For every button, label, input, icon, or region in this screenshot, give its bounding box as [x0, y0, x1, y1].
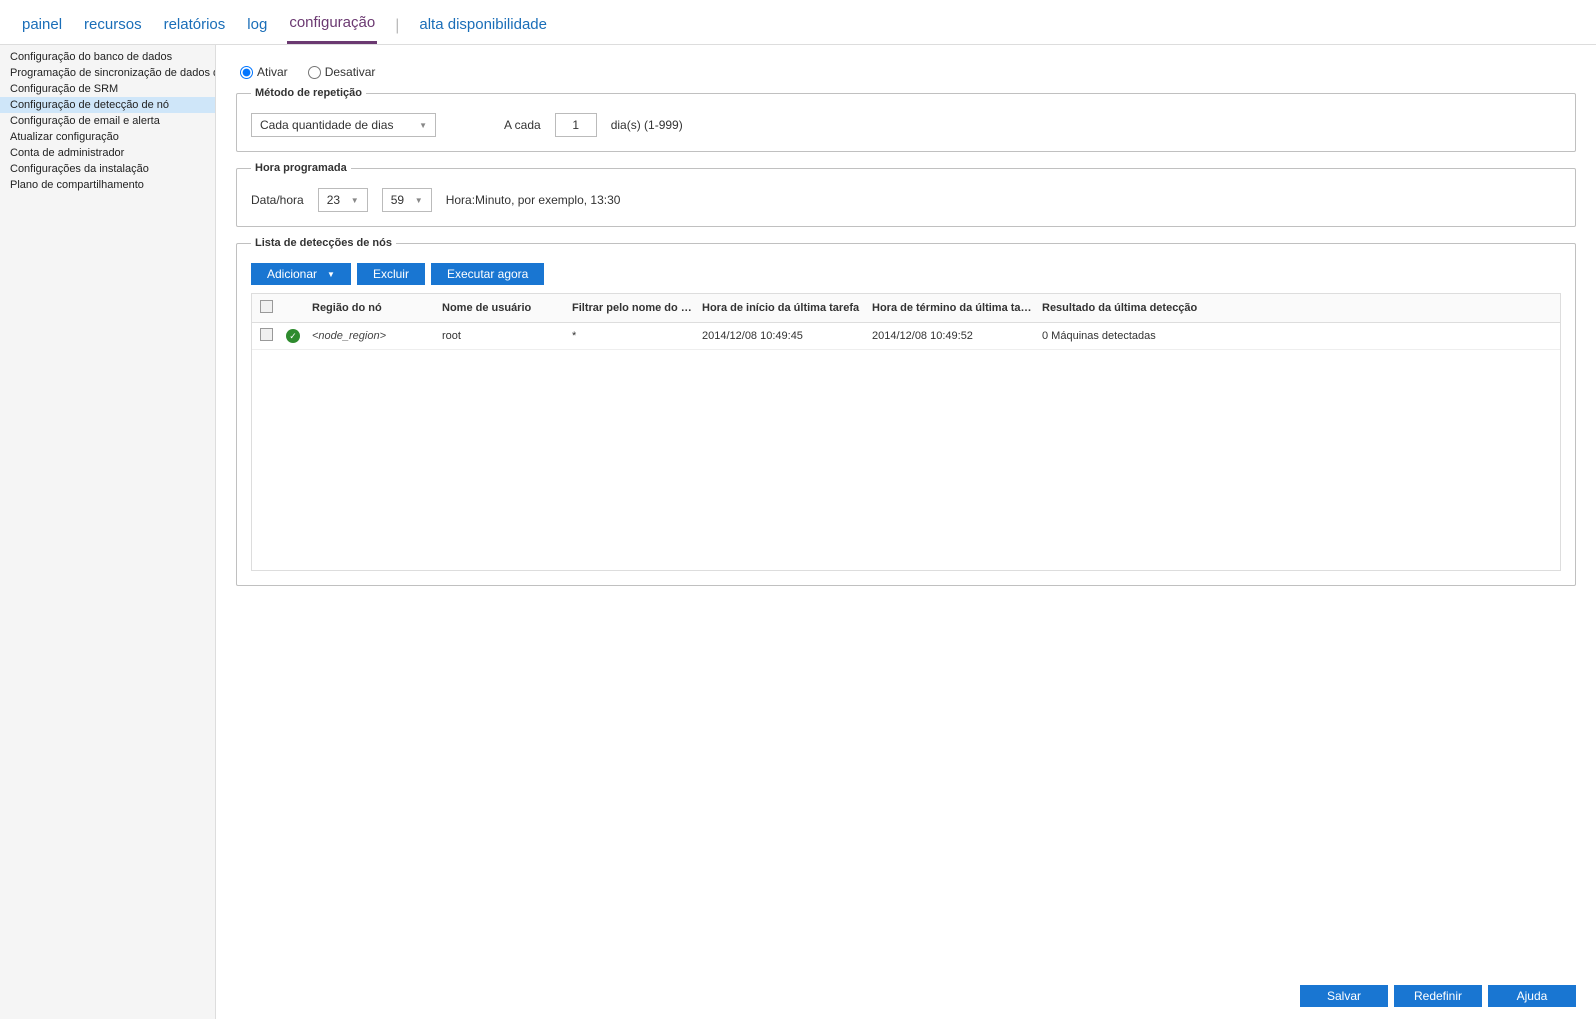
hour-value: 23	[327, 193, 340, 207]
radio-disable-input[interactable]	[308, 66, 321, 79]
sidebar-item-install-settings[interactable]: Configurações da instalação	[0, 161, 215, 177]
radio-enable[interactable]: Ativar	[240, 65, 288, 79]
chevron-down-icon: ▼	[415, 196, 423, 205]
radio-enable-label: Ativar	[257, 65, 288, 79]
detection-table: Região do nó Nome de usuário Filtrar pel…	[251, 293, 1561, 571]
minute-select[interactable]: 59 ▼	[382, 188, 432, 212]
tab-relatorios[interactable]: relatórios	[162, 10, 228, 43]
chevron-down-icon: ▼	[351, 196, 359, 205]
sidebar-item-update-config[interactable]: Atualizar configuração	[0, 129, 215, 145]
chevron-down-icon: ▼	[419, 121, 427, 130]
sidebar-item-db-config[interactable]: Configuração do banco de dados	[0, 49, 215, 65]
reset-button[interactable]: Redefinir	[1394, 985, 1482, 1007]
cell-region: <node_region>	[308, 330, 438, 342]
tab-configuracao[interactable]: configuração	[287, 8, 377, 44]
run-now-button-label: Executar agora	[447, 267, 528, 281]
footer-buttons: Salvar Redefinir Ajuda	[1300, 985, 1576, 1007]
sidebar-item-admin-account[interactable]: Conta de administrador	[0, 145, 215, 161]
table-header: Região do nó Nome de usuário Filtrar pel…	[252, 294, 1560, 323]
sidebar: Configuração do banco de dados Programaç…	[0, 45, 216, 1019]
chevron-down-icon: ▼	[327, 270, 335, 279]
add-button-label: Adicionar	[267, 267, 317, 281]
delete-button[interactable]: Excluir	[357, 263, 425, 285]
tab-log[interactable]: log	[245, 10, 269, 43]
schedule-hint: Hora:Minuto, por exemplo, 13:30	[446, 193, 621, 207]
repeat-value-input[interactable]: 1	[555, 113, 597, 137]
sidebar-item-share-plan[interactable]: Plano de compartilhamento	[0, 177, 215, 193]
table-row[interactable]: ✓ <node_region> root * 2014/12/08 10:49:…	[252, 323, 1560, 350]
add-button[interactable]: Adicionar ▼	[251, 263, 351, 285]
hour-select[interactable]: 23 ▼	[318, 188, 368, 212]
legend-repeat: Método de repetição	[251, 87, 366, 99]
repeat-unit-label: dia(s) (1-999)	[611, 118, 683, 132]
save-button[interactable]: Salvar	[1300, 985, 1388, 1007]
table-empty-body	[252, 350, 1560, 570]
help-button[interactable]: Ajuda	[1488, 985, 1576, 1007]
col-region[interactable]: Região do nó	[308, 302, 438, 314]
row-checkbox[interactable]	[260, 328, 273, 341]
col-filter[interactable]: Filtrar pelo nome do co…	[568, 302, 698, 314]
top-tabs: painel recursos relatórios log configura…	[0, 0, 1596, 45]
cell-user: root	[438, 330, 568, 342]
legend-schedule: Hora programada	[251, 162, 351, 174]
tab-separator: |	[395, 17, 399, 35]
repeat-mode-select[interactable]: Cada quantidade de dias ▼	[251, 113, 436, 137]
radio-disable-label: Desativar	[325, 65, 376, 79]
cell-filter: *	[568, 330, 698, 342]
cell-start: 2014/12/08 10:49:45	[698, 330, 868, 342]
radio-enable-input[interactable]	[240, 66, 253, 79]
delete-button-label: Excluir	[373, 267, 409, 281]
tab-painel[interactable]: painel	[20, 10, 64, 43]
sidebar-item-srm-config[interactable]: Configuração de SRM	[0, 81, 215, 97]
fieldset-repeat: Método de repetição Cada quantidade de d…	[236, 87, 1576, 152]
fieldset-detection-list: Lista de detecções de nós Adicionar ▼ Ex…	[236, 237, 1576, 586]
cell-result: 0 Máquinas detectadas	[1038, 330, 1556, 342]
tab-recursos[interactable]: recursos	[82, 10, 144, 43]
minute-value: 59	[391, 193, 404, 207]
every-label: A cada	[504, 118, 541, 132]
select-all-checkbox[interactable]	[260, 300, 273, 313]
cell-end: 2014/12/08 10:49:52	[868, 330, 1038, 342]
tab-alta-disponibilidade[interactable]: alta disponibilidade	[417, 10, 549, 43]
main-panel: Ativar Desativar Método de repetição Cad…	[216, 45, 1596, 1019]
col-end[interactable]: Hora de término da última tarefa	[868, 302, 1038, 314]
repeat-mode-value: Cada quantidade de dias	[260, 118, 393, 132]
status-ok-icon: ✓	[286, 329, 300, 343]
sidebar-item-sync-schedule[interactable]: Programação de sincronização de dados do…	[0, 65, 215, 81]
col-result[interactable]: Resultado da última detecção	[1038, 302, 1556, 314]
radio-disable[interactable]: Desativar	[308, 65, 376, 79]
legend-detection-list: Lista de detecções de nós	[251, 237, 396, 249]
fieldset-schedule: Hora programada Data/hora 23 ▼ 59 ▼ Hora…	[236, 162, 1576, 227]
sidebar-item-email-alert[interactable]: Configuração de email e alerta	[0, 113, 215, 129]
datetime-label: Data/hora	[251, 193, 304, 207]
col-start[interactable]: Hora de início da última tarefa	[698, 302, 868, 314]
sidebar-item-node-detection[interactable]: Configuração de detecção de nó	[0, 97, 215, 113]
run-now-button[interactable]: Executar agora	[431, 263, 544, 285]
col-user[interactable]: Nome de usuário	[438, 302, 568, 314]
